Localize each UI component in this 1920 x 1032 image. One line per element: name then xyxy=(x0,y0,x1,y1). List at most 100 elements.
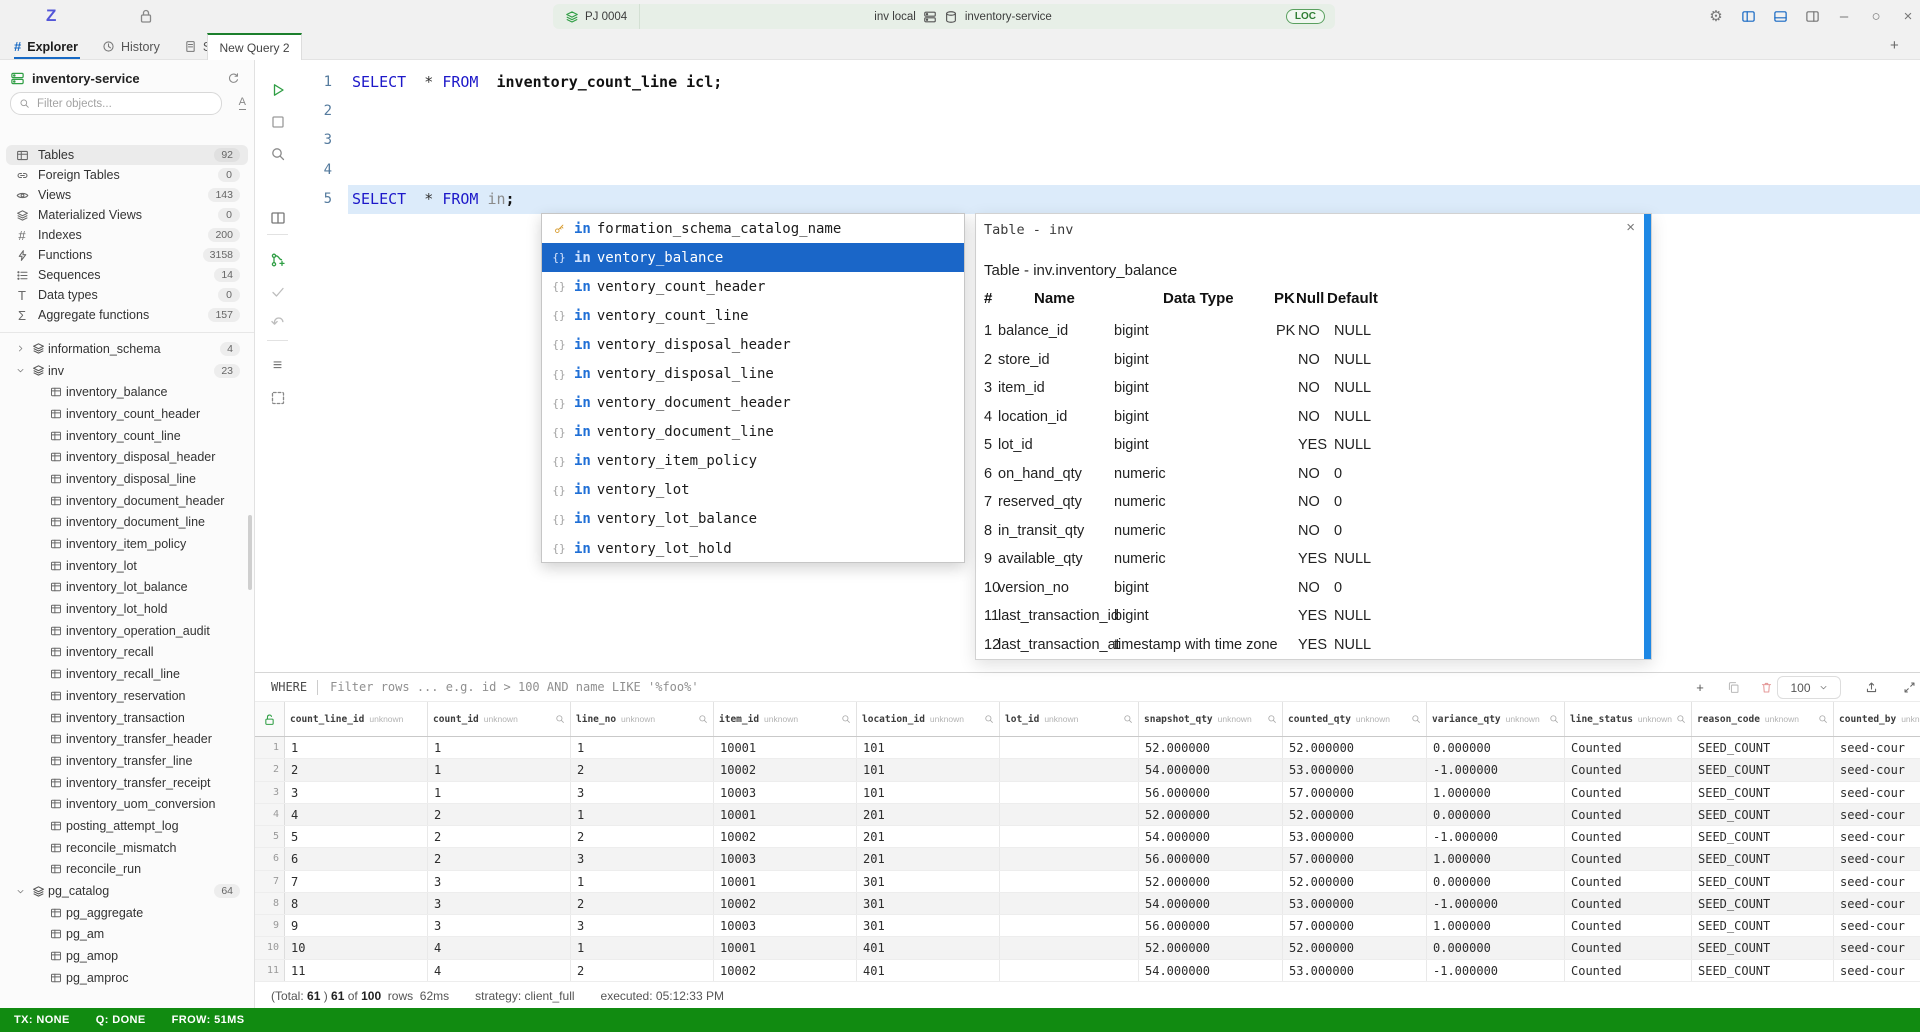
cell-count_line_id[interactable]: 3 xyxy=(285,782,428,803)
pane-right-icon[interactable] xyxy=(1801,6,1823,28)
maximize-icon[interactable]: ○ xyxy=(1865,6,1887,28)
gear-icon[interactable]: ⚙ xyxy=(1705,6,1727,28)
cell-variance_qty[interactable]: 0.000000 xyxy=(1427,937,1565,958)
tree-schema-inv[interactable]: inv23 xyxy=(0,360,254,382)
cell-counted_by[interactable]: seed-cour xyxy=(1834,893,1920,914)
cell-lot_id[interactable] xyxy=(1000,937,1139,958)
cell-line_no[interactable]: 1 xyxy=(571,737,714,758)
database-segment[interactable]: inv local inventory-service xyxy=(640,10,1286,24)
sidebar-item-data-types[interactable]: TData types0 xyxy=(6,285,248,305)
row-number[interactable]: 10 xyxy=(255,937,285,958)
cell-reason_code[interactable]: SEED_COUNT xyxy=(1692,804,1834,825)
connection-pill[interactable]: PJ 0004 inv local inventory-service LOC xyxy=(553,4,1335,29)
cell-counted_qty[interactable]: 52.000000 xyxy=(1283,937,1427,958)
cell-variance_qty[interactable]: -1.000000 xyxy=(1427,960,1565,981)
cell-count_line_id[interactable]: 1 xyxy=(285,737,428,758)
search-button[interactable] xyxy=(255,142,300,166)
tree-table-inventory_document_line[interactable]: inventory_document_line xyxy=(0,512,254,534)
sidebar-item-functions[interactable]: Functions3158 xyxy=(6,245,248,265)
cell-reason_code[interactable]: SEED_COUNT xyxy=(1692,848,1834,869)
autocomplete-item[interactable]: information_schema_catalog_name xyxy=(542,214,964,243)
tree-table-inventory_lot_balance[interactable]: inventory_lot_balance xyxy=(0,577,254,599)
cell-count_line_id[interactable]: 10 xyxy=(285,937,428,958)
new-tab-button[interactable]: + xyxy=(1890,37,1899,54)
cell-location_id[interactable]: 101 xyxy=(857,759,1000,780)
autocomplete-item[interactable]: {}inventory_disposal_line xyxy=(542,359,964,388)
cell-counted_qty[interactable]: 52.000000 xyxy=(1283,804,1427,825)
delete-icon[interactable] xyxy=(1755,677,1777,697)
row-number[interactable]: 6 xyxy=(255,848,285,869)
search-icon[interactable] xyxy=(1123,714,1133,724)
sidebar-item-views[interactable]: Views143 xyxy=(6,185,248,205)
cell-lot_id[interactable] xyxy=(1000,804,1139,825)
tree-table-pg_am[interactable]: pg_am xyxy=(0,924,254,946)
tree-table-reconcile_mismatch[interactable]: reconcile_mismatch xyxy=(0,837,254,859)
cell-snapshot_qty[interactable]: 56.000000 xyxy=(1139,848,1283,869)
cell-variance_qty[interactable]: 0.000000 xyxy=(1427,804,1565,825)
column-header-lot_id[interactable]: lot_idunknown xyxy=(1000,702,1139,736)
cell-count_id[interactable]: 2 xyxy=(428,848,571,869)
cell-counted_qty[interactable]: 52.000000 xyxy=(1283,737,1427,758)
tree-schema-pg_catalog[interactable]: pg_catalog64 xyxy=(0,880,254,902)
tree-table-inventory_item_policy[interactable]: inventory_item_policy xyxy=(0,533,254,555)
tree-table-inventory_recall_line[interactable]: inventory_recall_line xyxy=(0,663,254,685)
cell-lot_id[interactable] xyxy=(1000,759,1139,780)
autocomplete-item[interactable]: {}inventory_document_header xyxy=(542,389,964,418)
tree-table-inventory_transfer_line[interactable]: inventory_transfer_line xyxy=(0,750,254,772)
cell-counted_qty[interactable]: 57.000000 xyxy=(1283,782,1427,803)
object-filter[interactable] xyxy=(10,92,222,115)
check-button[interactable] xyxy=(255,280,300,304)
search-icon[interactable] xyxy=(1411,714,1421,724)
close-icon[interactable]: × xyxy=(1626,219,1635,236)
tab-new-query-2[interactable]: New Query 2 xyxy=(207,33,302,60)
cell-item_id[interactable]: 10003 xyxy=(714,915,857,936)
search-icon[interactable] xyxy=(698,714,708,724)
cell-line_no[interactable]: 2 xyxy=(571,826,714,847)
tree-table-inventory_transfer_header[interactable]: inventory_transfer_header xyxy=(0,728,254,750)
cell-location_id[interactable]: 301 xyxy=(857,893,1000,914)
row-filter-input[interactable] xyxy=(328,679,932,695)
row-number[interactable]: 5 xyxy=(255,826,285,847)
cell-count_id[interactable]: 2 xyxy=(428,826,571,847)
cell-line_no[interactable]: 2 xyxy=(571,893,714,914)
cell-snapshot_qty[interactable]: 52.000000 xyxy=(1139,871,1283,892)
row-number[interactable]: 7 xyxy=(255,871,285,892)
cell-snapshot_qty[interactable]: 56.000000 xyxy=(1139,915,1283,936)
split-button[interactable] xyxy=(255,206,300,230)
cell-reason_code[interactable]: SEED_COUNT xyxy=(1692,893,1834,914)
search-icon[interactable] xyxy=(1267,714,1277,724)
cell-count_id[interactable]: 4 xyxy=(428,937,571,958)
cell-lot_id[interactable] xyxy=(1000,826,1139,847)
autocomplete-item[interactable]: {}inventory_count_header xyxy=(542,272,964,301)
cell-variance_qty[interactable]: 0.000000 xyxy=(1427,737,1565,758)
autocomplete-item[interactable]: {}inventory_lot_hold xyxy=(542,534,964,563)
cell-count_id[interactable]: 1 xyxy=(428,782,571,803)
cell-location_id[interactable]: 201 xyxy=(857,848,1000,869)
menu-button[interactable]: ≡ xyxy=(255,354,300,378)
cell-item_id[interactable]: 10002 xyxy=(714,893,857,914)
autocomplete-item[interactable]: {}inventory_lot_balance xyxy=(542,505,964,534)
tree-table-inventory_operation_audit[interactable]: inventory_operation_audit xyxy=(0,620,254,642)
cell-variance_qty[interactable]: 0.000000 xyxy=(1427,871,1565,892)
filter-objects-input[interactable] xyxy=(35,97,213,111)
autocomplete-item[interactable]: {}inventory_item_policy xyxy=(542,447,964,476)
tree-table-posting_attempt_log[interactable]: posting_attempt_log xyxy=(0,815,254,837)
sidebar-item-tables[interactable]: Tables92 xyxy=(6,145,248,165)
tree-table-inventory_disposal_header[interactable]: inventory_disposal_header xyxy=(0,446,254,468)
cell-line_status[interactable]: Counted xyxy=(1565,804,1692,825)
cell-snapshot_qty[interactable]: 54.000000 xyxy=(1139,826,1283,847)
row-number[interactable]: 8 xyxy=(255,893,285,914)
connection-row[interactable]: inventory-service xyxy=(10,65,244,91)
cell-line_no[interactable]: 2 xyxy=(571,759,714,780)
cell-item_id[interactable]: 10002 xyxy=(714,759,857,780)
cell-line_status[interactable]: Counted xyxy=(1565,960,1692,981)
autocomplete-item[interactable]: {}inventory_document_line xyxy=(542,418,964,447)
cell-counted_by[interactable]: seed-cour xyxy=(1834,871,1920,892)
row-number[interactable]: 1 xyxy=(255,737,285,758)
cell-line_no[interactable]: 3 xyxy=(571,915,714,936)
row-number[interactable]: 3 xyxy=(255,782,285,803)
sidebar-item-indexes[interactable]: #Indexes200 xyxy=(6,225,248,245)
cell-count_id[interactable]: 1 xyxy=(428,759,571,780)
cell-reason_code[interactable]: SEED_COUNT xyxy=(1692,826,1834,847)
cell-count_id[interactable]: 3 xyxy=(428,871,571,892)
